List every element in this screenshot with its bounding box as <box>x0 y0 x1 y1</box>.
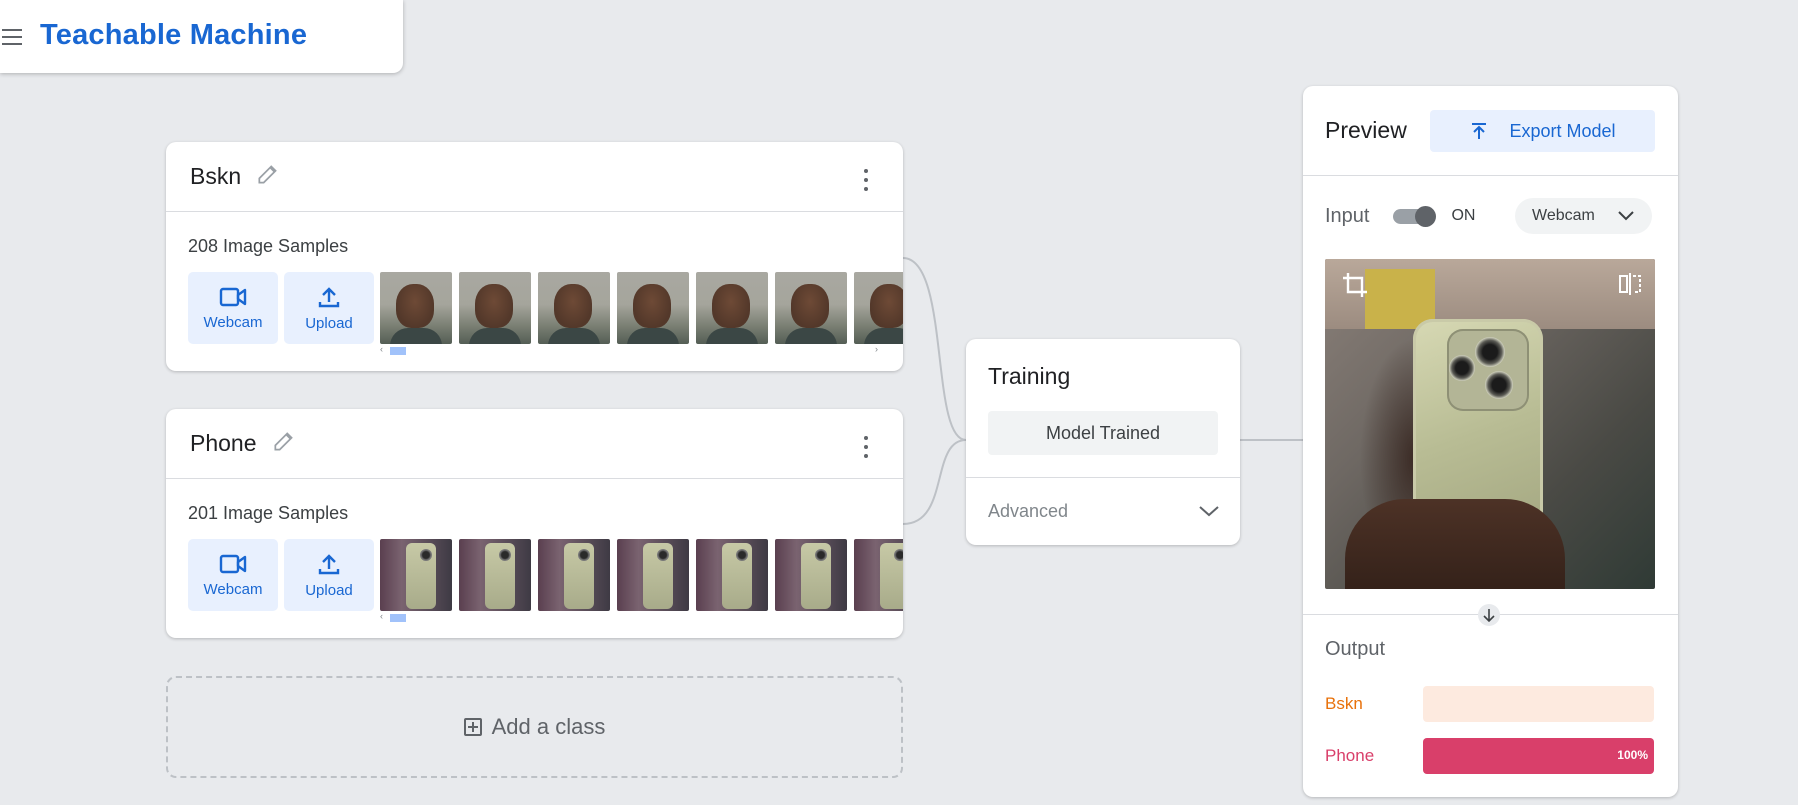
sample-thumbnail[interactable] <box>617 539 689 611</box>
upload-button[interactable]: Upload <box>284 272 374 344</box>
training-title: Training <box>988 363 1071 389</box>
advanced-toggle[interactable]: Advanced <box>988 477 1220 545</box>
class-card-bskn: Bskn 208 Image Samples Webcam Upload ‹ › <box>166 142 903 371</box>
upload-label: Upload <box>305 581 353 599</box>
output-label: Bskn <box>1325 694 1363 713</box>
sample-thumbnail[interactable] <box>459 272 531 344</box>
advanced-label: Advanced <box>988 500 1069 521</box>
upload-icon <box>318 286 340 307</box>
scroll-left-icon[interactable]: ‹ <box>380 344 383 354</box>
sample-thumbnail[interactable] <box>538 539 610 611</box>
confidence-percent: 100% <box>1617 748 1648 762</box>
confidence-bar: 100% <box>1423 738 1654 774</box>
input-toggle[interactable] <box>1393 206 1437 227</box>
sample-thumbnail[interactable] <box>617 272 689 344</box>
export-model-label: Export Model <box>1509 120 1616 141</box>
class-card-header: Bskn <box>166 142 903 212</box>
sample-thumbnails <box>380 539 903 611</box>
toggle-state-label: ON <box>1451 207 1476 224</box>
scroll-thumb[interactable] <box>390 614 406 622</box>
thumbnail-scrollbar[interactable]: ‹ › <box>380 344 900 356</box>
menu-icon[interactable] <box>0 28 24 46</box>
input-row: Input ON Webcam <box>1325 198 1657 234</box>
preview-panel: Preview Export Model Input ON Webcam Out… <box>1303 86 1678 797</box>
input-source-value: Webcam <box>1532 207 1595 224</box>
webcam-label: Webcam <box>203 313 263 331</box>
video-camera-icon <box>219 554 247 573</box>
output-label: Phone <box>1325 746 1375 765</box>
more-options-icon[interactable] <box>863 436 869 458</box>
upload-label: Upload <box>305 314 353 332</box>
scroll-right-icon[interactable]: › <box>875 344 878 354</box>
class-name[interactable]: Bskn <box>190 163 241 190</box>
chevron-down-icon <box>1199 506 1219 517</box>
sample-row: Webcam Upload <box>188 539 903 611</box>
add-class-button[interactable]: Add a class <box>166 676 903 778</box>
output-row-phone: Phone 100% <box>1325 738 1655 774</box>
sample-thumbnail[interactable] <box>854 272 903 344</box>
training-card: Training Model Trained Advanced <box>966 339 1240 545</box>
crop-icon[interactable] <box>1341 271 1369 299</box>
more-options-icon[interactable] <box>863 169 869 191</box>
sample-thumbnail[interactable] <box>380 272 452 344</box>
webcam-button[interactable]: Webcam <box>188 539 278 611</box>
sample-thumbnails <box>380 272 903 344</box>
export-model-button[interactable]: Export Model <box>1430 110 1655 152</box>
arrow-down-icon[interactable] <box>1478 604 1500 626</box>
output-row-bskn: Bskn <box>1325 686 1655 722</box>
upload-button[interactable]: Upload <box>284 539 374 611</box>
sample-count: 201 Image Samples <box>188 503 349 523</box>
app-header: Teachable Machine <box>0 0 403 73</box>
sample-thumbnail[interactable] <box>696 272 768 344</box>
class-card-header: Phone <box>166 409 903 479</box>
sample-thumbnail[interactable] <box>775 539 847 611</box>
upload-icon <box>318 553 340 574</box>
webcam-label: Webcam <box>203 580 263 598</box>
train-model-button[interactable]: Model Trained <box>988 411 1218 455</box>
scroll-thumb[interactable] <box>390 347 406 355</box>
sample-thumbnail[interactable] <box>538 272 610 344</box>
class-card-phone: Phone 201 Image Samples Webcam Upload ‹ <box>166 409 903 638</box>
sample-thumbnail[interactable] <box>380 539 452 611</box>
edit-pencil-icon[interactable] <box>271 428 297 454</box>
sample-thumbnail[interactable] <box>775 272 847 344</box>
add-box-icon <box>463 718 482 736</box>
export-upload-icon <box>1472 123 1487 139</box>
video-camera-icon <box>219 287 247 306</box>
confidence-bar <box>1423 686 1654 722</box>
sample-thumbnail[interactable] <box>696 539 768 611</box>
sample-row: Webcam Upload <box>188 272 903 344</box>
app-title[interactable]: Teachable Machine <box>40 19 307 52</box>
scroll-left-icon[interactable]: ‹ <box>380 611 383 621</box>
sample-count: 208 Image Samples <box>188 236 349 256</box>
add-class-label: Add a class <box>491 714 606 739</box>
class-name[interactable]: Phone <box>190 430 257 457</box>
sample-thumbnail[interactable] <box>459 539 531 611</box>
sample-thumbnail[interactable] <box>854 539 903 611</box>
preview-title: Preview <box>1325 117 1407 143</box>
edit-pencil-icon[interactable] <box>255 161 281 187</box>
webcam-button[interactable]: Webcam <box>188 272 278 344</box>
thumbnail-scrollbar[interactable]: ‹ <box>380 611 900 623</box>
chevron-down-icon <box>1618 211 1634 221</box>
flip-horizontal-icon[interactable] <box>1617 271 1643 297</box>
input-source-select[interactable]: Webcam <box>1515 198 1652 234</box>
webcam-preview <box>1325 259 1655 589</box>
output-title: Output <box>1325 638 1386 660</box>
input-label: Input <box>1325 204 1370 227</box>
